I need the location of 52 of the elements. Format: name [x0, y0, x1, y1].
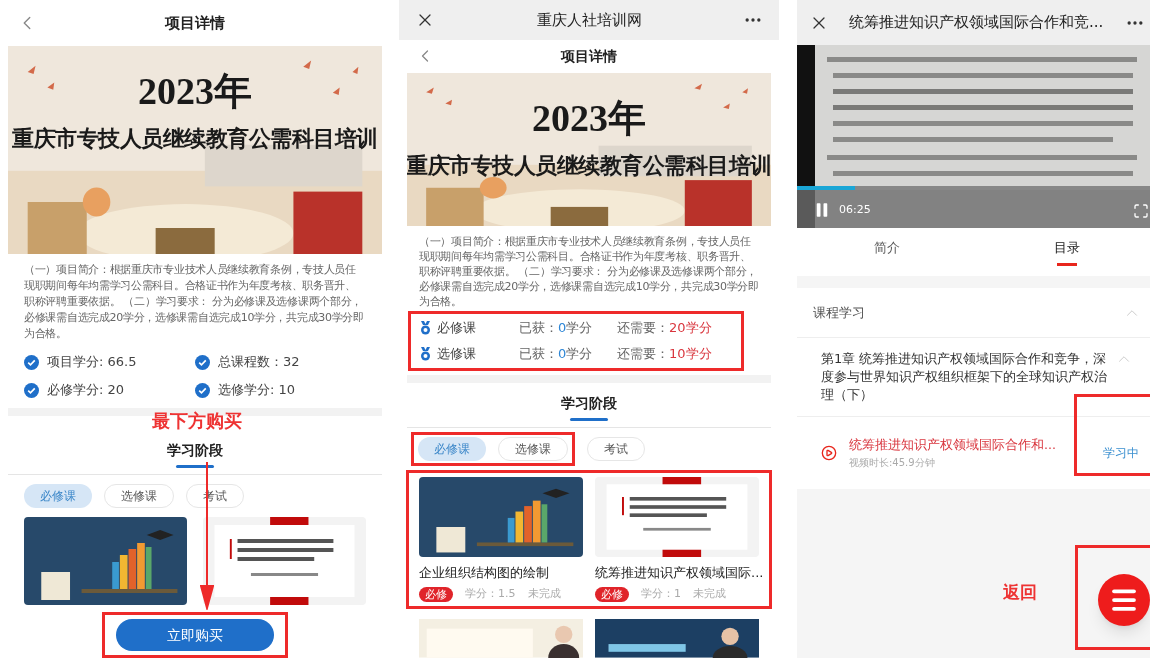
page-title: 项目详情: [561, 46, 617, 66]
check-icon: [195, 354, 210, 370]
filter-chip[interactable]: 考试: [587, 437, 645, 462]
annotation-text: 返回: [1003, 581, 1037, 604]
project-description: （一）项目简介：根据重庆市专业技术人员继续教育条例，专技人员任现职期间每年均需学习公需科目。合格证书作为年度考核、职务晋升、职称评聘重要依据。 （二）学习要求： 分为必修课及选修课两个部分，必修课需自选完成20学分，选修课需自选完成10学分，共完成30学分即为合格。: [418, 233, 760, 309]
check-icon: [195, 382, 210, 398]
check-icon: [24, 382, 39, 398]
video-time: 06:25: [839, 201, 871, 218]
menu-button[interactable]: [1098, 574, 1150, 626]
medal-icon: [419, 346, 432, 361]
section-title[interactable]: 学习阶段: [561, 393, 617, 415]
required-credit: 还需要：10学分: [617, 344, 712, 363]
lesson-status: 学习中: [1103, 445, 1139, 462]
section-title[interactable]: 课程学习: [813, 302, 865, 323]
stat-text: 总课程数：32: [218, 353, 300, 372]
stat-text: 选修学分: 10: [218, 381, 296, 400]
app-bar-title: 统筹推进知识产权领域国际合作和竞...: [849, 12, 1105, 34]
progress-track[interactable]: [797, 186, 1150, 190]
annotation-text: 最下方购买: [152, 409, 242, 433]
tab[interactable]: 简介: [797, 228, 977, 276]
check-icon: [24, 354, 39, 370]
required-tag: 必修: [419, 586, 453, 602]
tab[interactable]: 目录: [977, 228, 1150, 276]
app-bar-title: 重庆人社培训网: [536, 9, 642, 31]
course-title[interactable]: 企业组织结构图的绘制: [419, 563, 583, 583]
earned-credit: 已获：0学分: [519, 344, 594, 363]
course-credit: 学分：1: [641, 585, 681, 602]
banner-title: 重庆市专技人员继续教育公需科目培训: [407, 151, 771, 180]
play-circle-icon: [821, 445, 837, 461]
medal-icon: [419, 320, 432, 335]
course-status: 未完成: [693, 585, 726, 602]
banner-year: 2023年: [138, 72, 252, 110]
buy-button[interactable]: 立即购买: [116, 619, 274, 651]
lesson-title[interactable]: 统筹推进知识产权领域国际合作和...: [849, 436, 1083, 455]
stat-text: 必修学分: 20: [47, 381, 125, 400]
banner-title: 重庆市专技人员继续教育公需科目培训: [12, 125, 378, 153]
course-status: 未完成: [527, 585, 561, 602]
section-title[interactable]: 学习阶段: [167, 440, 223, 461]
lesson-duration: 视频时长:45.9分钟: [849, 455, 936, 470]
required-tag: 必修: [595, 586, 629, 602]
filter-chip[interactable]: 选修课: [104, 484, 174, 508]
course-credit: 学分：1.5: [465, 585, 516, 602]
page-title: 项目详情: [165, 12, 225, 34]
stat-text: 项目学分: 66.5: [47, 353, 137, 372]
filter-chip[interactable]: 选修课: [498, 437, 568, 462]
project-description: （一）项目简介：根据重庆市专业技术人员继续教育条例，专技人员任现职期间每年均需学习公需科目。合格证书作为年度考核、职务晋升、职称评聘重要依据。 （二）学习要求： 分为必修课及选修课两个部分，必修课需自选完成20学分，选修课需自选完成10学分，共完成30学分即为合格。: [23, 262, 365, 342]
fullscreen-icon[interactable]: [1133, 203, 1149, 219]
earned-credit: 已获：0学分: [519, 318, 594, 337]
required-credit: 还需要：20学分: [617, 318, 712, 337]
banner-year: 2023年: [532, 98, 646, 137]
credit-type: 选修课: [437, 344, 476, 363]
credit-type: 必修课: [437, 318, 476, 337]
